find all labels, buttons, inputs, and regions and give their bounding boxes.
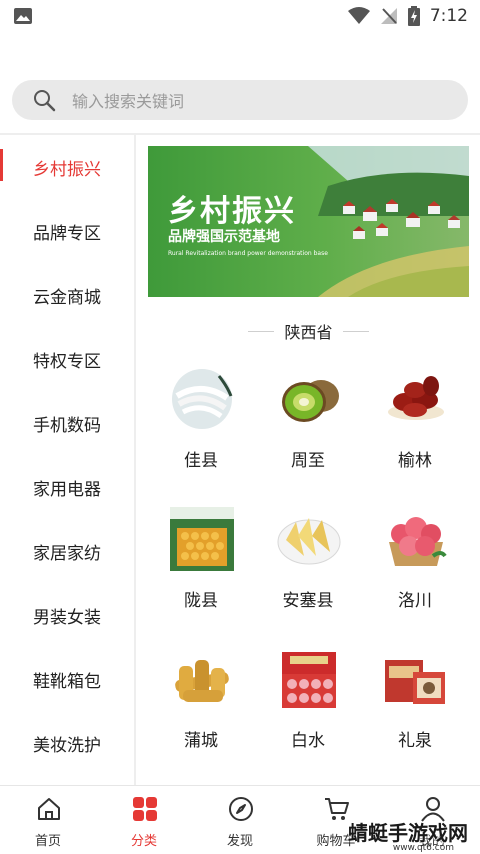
sidebar-item-shoes-bags[interactable]: 鞋靴箱包: [0, 647, 134, 711]
tab-discover[interactable]: 发现: [192, 786, 288, 854]
sidebar-item-brand-zone[interactable]: 品牌专区: [0, 199, 134, 263]
no-signal-icon: [380, 8, 397, 24]
wifi-icon: [347, 7, 370, 24]
product-item-longxian[interactable]: 陇县: [148, 506, 254, 636]
product-item-luochuan[interactable]: 洛川: [362, 506, 468, 636]
product-item-baishui[interactable]: 白水: [255, 646, 361, 776]
sidebar-item-clothing[interactable]: 男装女装: [0, 583, 134, 647]
product-label: 蒲城: [184, 731, 218, 751]
divider-left: [248, 330, 275, 332]
sidebar-item-label: 鞋靴箱包: [33, 671, 101, 692]
tab-label: 首页: [34, 834, 61, 849]
category-icon: [133, 797, 157, 821]
sidebar-item-phones-digital[interactable]: 手机数码: [0, 391, 134, 455]
product-label: 周至: [291, 451, 325, 471]
sidebar-item-label: 手机数码: [33, 415, 101, 436]
watermark-url: www.qt6.com: [392, 843, 454, 853]
product-item-jiaxian[interactable]: 佳县: [148, 366, 254, 496]
sidebar-item-label: 特权专区: [33, 351, 101, 372]
site-watermark: 蜻蜓手游戏网 www.qt6.com: [338, 815, 478, 853]
potato-image: [277, 518, 341, 565]
product-item-zhouzhi[interactable]: 周至: [255, 366, 361, 496]
product-label: 榆林: [398, 451, 432, 471]
status-bar: 7:12: [0, 0, 480, 34]
product-label: 安塞县: [282, 591, 334, 611]
category-sidebar: 乡村振兴 品牌专区 云金商城 特权专区 手机数码 家用电器 家居家纺 男装女装 …: [0, 135, 136, 785]
product-item-yulin[interactable]: 榆林: [362, 366, 468, 496]
sidebar-item-appliances[interactable]: 家用电器: [0, 455, 134, 519]
status-time: 7:12: [429, 6, 468, 26]
apples-image: [389, 517, 447, 566]
image-notification-icon: [14, 8, 32, 24]
sidebar-item-home-textiles[interactable]: 家居家纺: [0, 519, 134, 583]
sidebar-item-yunjin-mall[interactable]: 云金商城: [0, 263, 134, 327]
sidebar-item-label: 家用电器: [33, 479, 101, 500]
search-placeholder[interactable]: 输入搜索关键词: [72, 88, 184, 112]
sidebar-item-label: 美妆洗护: [33, 735, 101, 756]
gift-package-image: [385, 660, 445, 704]
tab-label: 分类: [130, 834, 157, 849]
sidebar-item-label: 家居家纺: [33, 543, 101, 564]
product-label: 陇县: [184, 591, 218, 611]
product-label: 洛川: [398, 591, 432, 611]
sidebar-item-privilege-zone[interactable]: 特权专区: [0, 327, 134, 391]
gift-box-image: [282, 652, 336, 708]
tab-category[interactable]: 分类: [96, 786, 192, 854]
sidebar-item-label: 品牌专区: [33, 223, 101, 244]
sidebar-item-label: 男装女装: [33, 607, 101, 628]
tab-home[interactable]: 首页: [0, 786, 96, 854]
divider-right: [342, 330, 369, 332]
jujube-image: [388, 376, 444, 420]
product-item-liquan[interactable]: 礼泉: [362, 646, 468, 776]
product-label: 白水: [291, 731, 325, 751]
sidebar-item-label: 云金商城: [33, 287, 101, 308]
product-item-pucheng[interactable]: 蒲城: [148, 646, 254, 776]
sidebar-item-label: 乡村振兴: [33, 159, 101, 180]
rural-revitalization-banner[interactable]: 乡村振兴 品牌强国示范基地 Rural Revitalization brand…: [148, 146, 469, 297]
fried-dough-image: [175, 660, 229, 702]
banner-title: 乡村振兴: [168, 194, 296, 229]
product-label: 佳县: [184, 451, 218, 471]
product-label: 礼泉: [398, 731, 432, 751]
product-item-ansai[interactable]: 安塞县: [255, 506, 361, 636]
sidebar-item-rural-revitalization[interactable]: 乡村振兴: [0, 135, 134, 199]
battery-charging-icon: [407, 6, 420, 26]
province-name: 陕西省: [284, 323, 333, 342]
banner-subtitle: 品牌强国示范基地: [168, 229, 280, 245]
compass-icon: [229, 797, 253, 821]
sidebar-item-beauty-care[interactable]: 美妆洗护: [0, 711, 134, 775]
search-bar[interactable]: 输入搜索关键词: [12, 80, 468, 120]
banner-english: Rural Revitalization brand power demonst…: [168, 250, 328, 257]
tab-label: 发现: [226, 834, 253, 849]
watermark-text: 蜻蜓手游戏网: [348, 821, 468, 845]
noodles-image: [172, 369, 233, 429]
search-icon: [34, 90, 56, 112]
province-header: 陕西省: [148, 318, 469, 344]
home-icon: [38, 798, 60, 820]
kiwi-image: [282, 380, 339, 422]
honeycomb-image: [170, 507, 234, 571]
